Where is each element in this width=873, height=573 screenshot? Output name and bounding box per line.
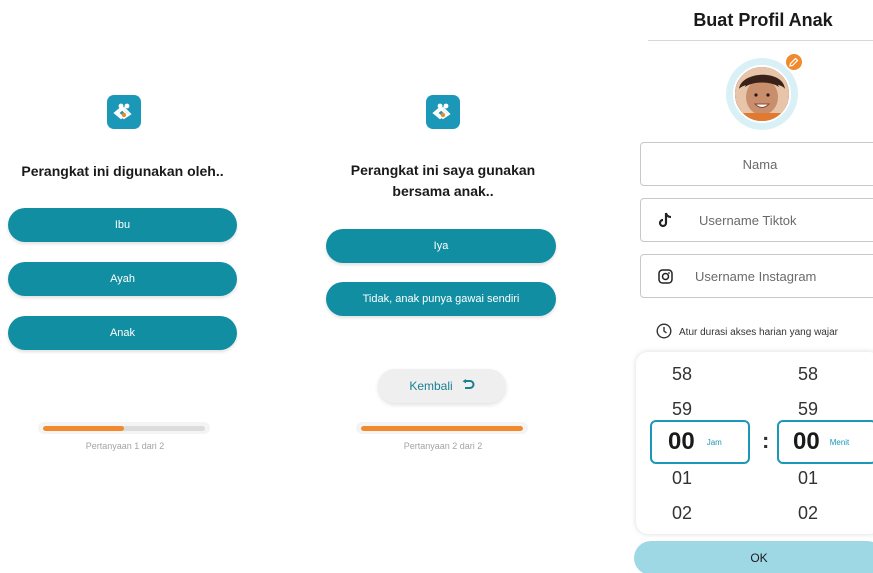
duration-hint: Atur durasi akses harian yang wajar [656,323,838,342]
page-title: Buat Profil Anak [693,10,833,30]
tiktok-field[interactable] [640,198,873,242]
hour-option[interactable]: 02 [672,503,692,524]
undo-arrow-icon [461,378,475,394]
screen-device-user: Perangkat ini digunakan oleh.. Ibu Ayah … [0,0,245,573]
minute-option[interactable]: 59 [798,399,818,420]
tiktok-icon [653,208,677,232]
progress-fill [43,426,124,431]
progress-label: Pertanyaan 1 dari 2 [85,441,165,451]
time-separator: : [762,428,770,453]
instagram-input[interactable] [677,255,873,297]
progress-fill [361,426,523,431]
progress-label: Pertanyaan 2 dari 2 [403,441,483,451]
back-button-label: Kembali [409,379,453,393]
avatar-photo [733,65,791,123]
pencil-icon[interactable] [784,52,804,72]
option-ayah-button[interactable]: Ayah [8,262,237,296]
progress-bar [361,426,523,431]
minute-option[interactable]: 01 [798,468,818,489]
option-iya-button[interactable]: Iya [326,229,556,263]
ok-button[interactable]: OK [634,541,873,573]
app-logo-icon [107,95,141,129]
minutes-selected-box[interactable]: 00 Menit [777,420,873,464]
hours-selected-box[interactable]: 00 Jam [650,420,750,464]
hours-unit-label: Jam [706,437,722,447]
instagram-icon [653,264,677,288]
hours-selected-value: 00 [668,428,695,455]
question-text: Perangkat ini saya gunakan bersama anak.… [350,162,536,199]
option-ibu-button[interactable]: Ibu [8,208,237,242]
option-anak-button[interactable]: Anak [8,316,237,350]
question-text: Perangkat ini digunakan oleh.. [21,163,224,179]
progress-bar [43,426,205,431]
minutes-selected-value: 00 [793,428,820,455]
title-divider [648,40,873,41]
screen-create-child-profile: Buat Profil Anak Nama Username Tiktok Us… [632,0,873,573]
hour-option[interactable]: 59 [672,399,692,420]
minute-option[interactable]: 02 [798,503,818,524]
screen-shared-device: Perangkat ini saya gunakan bersama anak.… [318,0,568,573]
option-tidak-button[interactable]: Tidak, anak punya gawai sendiri [326,282,556,316]
clock-icon [656,323,672,342]
tiktok-input[interactable] [677,199,873,241]
minutes-unit-label: Menit [829,437,850,447]
hour-option[interactable]: 01 [672,468,692,489]
name-input[interactable] [641,143,873,185]
instagram-field[interactable] [640,254,873,298]
minute-option[interactable]: 58 [798,364,818,385]
duration-label: Atur durasi akses harian yang wajar [679,327,838,338]
hour-option[interactable]: 58 [672,364,692,385]
app-logo-icon [426,95,460,129]
back-button[interactable]: Kembali [378,369,506,403]
duration-picker[interactable]: 58 59 00 Jam 01 02 : 58 59 00 Menit 01 0… [636,352,873,534]
name-field[interactable] [640,142,873,186]
